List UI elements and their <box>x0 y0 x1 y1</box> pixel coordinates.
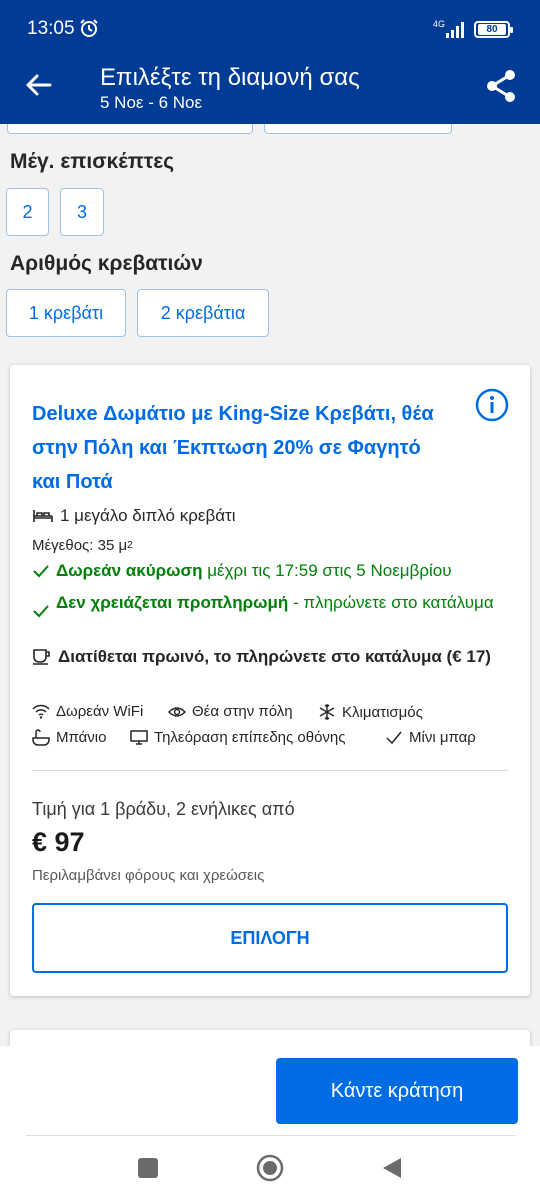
facility-label: Τηλεόραση επίπεδης οθόνης <box>154 729 346 746</box>
battery-icon: 80 <box>474 21 513 38</box>
price-label: Τιμή για 1 βράδυ, 2 ενήλικες από <box>32 799 295 819</box>
divider <box>32 770 508 771</box>
beds-count-label: Αριθμός κρεβατιών <box>10 252 203 275</box>
wifi-icon <box>32 704 50 719</box>
facility-bathroom: Μπάνιο <box>32 729 106 746</box>
free-cancellation-detail: μέχρι τις 17:59 στις 5 Νοεμβρίου <box>202 561 452 580</box>
bed-description: 1 μεγάλο διπλό κρεβάτι <box>60 506 236 525</box>
room-size-label: Μέγεθος: 35 μ <box>32 537 128 554</box>
taxes-note: Περιλαμβάνει φόρους και χρεώσεις <box>32 867 265 884</box>
divider <box>26 1135 516 1136</box>
home-icon[interactable] <box>256 1154 284 1182</box>
facility-label: Μίνι μπαρ <box>409 729 476 746</box>
filter-chip-partial[interactable] <box>7 124 253 134</box>
battery-level: 80 <box>478 24 506 35</box>
bed-icon <box>33 510 53 522</box>
status-time: 13:05 <box>27 18 75 39</box>
no-prepayment: Δεν χρειάζεται προπληρωμή - πληρώνετε στ… <box>32 589 502 619</box>
coffee-cup-icon <box>33 649 50 665</box>
room-list[interactable]: Μέγ. επισκέπτες 2 3 Αριθμός κρεβατιών 1 … <box>0 124 540 1046</box>
network-type: 4G <box>433 19 446 29</box>
facility-flat-tv: Τηλεόραση επίπεδης οθόνης <box>130 729 346 746</box>
system-nav-bar <box>0 1138 540 1200</box>
share-icon[interactable] <box>483 68 519 104</box>
breakfast-text: Διατίθεται πρωινό, το πληρώνετε στο κατά… <box>58 647 491 666</box>
room-size-unit-sup: 2 <box>127 540 133 551</box>
beds-option-2[interactable]: 2 κρεβάτια <box>137 289 269 337</box>
facility-air-conditioning: Κλιματισμός <box>318 703 423 721</box>
breakfast-info: Διατίθεται πρωινό, το πληρώνετε στο κατά… <box>32 645 502 668</box>
system-back-icon[interactable] <box>380 1156 404 1180</box>
room-title[interactable]: Deluxe Δωμάτιο με King-Size Κρεβάτι, θέα… <box>32 397 452 499</box>
booking-bar: Κάντε κράτηση <box>0 1046 540 1138</box>
eye-icon <box>168 706 186 717</box>
info-icon[interactable] <box>474 387 510 423</box>
facility-label: Θέα στην πόλη <box>192 703 293 720</box>
alarm-icon <box>80 19 98 37</box>
room-card-partial <box>10 1030 530 1046</box>
recent-apps-icon[interactable] <box>138 1158 158 1178</box>
back-arrow-icon[interactable] <box>24 70 54 100</box>
guests-option-2[interactable]: 2 <box>6 188 49 236</box>
no-prepayment-title: Δεν χρειάζεται προπληρωμή <box>56 593 289 612</box>
bed-info: 1 μεγάλο διπλό κρεβάτι <box>32 506 236 526</box>
select-room-button[interactable]: ΕΠΙΛΟΓΗ <box>32 903 508 973</box>
beds-option-1[interactable]: 1 κρεβάτι <box>6 289 126 337</box>
facility-wifi: Δωρεάν WiFi <box>32 703 143 720</box>
check-icon <box>33 565 49 578</box>
check-icon <box>386 731 402 745</box>
room-size: Μέγεθος: 35 μ2 <box>32 537 133 554</box>
free-cancellation: Δωρεάν ακύρωση μέχρι τις 17:59 στις 5 Νο… <box>32 561 452 581</box>
snowflake-icon <box>319 704 335 720</box>
signal-icon <box>446 22 464 38</box>
facility-minibar: Μίνι μπαρ <box>385 729 476 746</box>
status-bar: 13:05 4G 80 <box>0 0 540 58</box>
facility-label: Κλιματισμός <box>342 703 423 721</box>
filter-chip-partial[interactable] <box>264 124 452 134</box>
free-cancellation-title: Δωρεάν ακύρωση <box>56 561 203 580</box>
page-title: Επιλέξτε τη διαμονή σας <box>100 64 360 91</box>
facility-label: Δωρεάν WiFi <box>56 703 144 720</box>
price-value: € 97 <box>32 827 85 857</box>
facility-label: Μπάνιο <box>56 729 107 746</box>
no-prepayment-detail: - πληρώνετε στο κατάλυμα <box>288 593 494 612</box>
stay-dates: 5 Νοε - 6 Νοε <box>100 93 203 112</box>
max-guests-label: Μέγ. επισκέπτες <box>10 150 175 173</box>
app-bar: Επιλέξτε τη διαμονή σας 5 Νοε - 6 Νοε <box>0 58 540 124</box>
book-now-button[interactable]: Κάντε κράτηση <box>276 1058 518 1124</box>
tv-icon <box>130 730 148 745</box>
room-card: Deluxe Δωμάτιο με King-Size Κρεβάτι, θέα… <box>10 365 530 996</box>
facility-city-view: Θέα στην πόλη <box>168 703 293 720</box>
bath-icon <box>32 729 50 746</box>
check-icon <box>33 605 49 618</box>
guests-option-3[interactable]: 3 <box>60 188 104 236</box>
